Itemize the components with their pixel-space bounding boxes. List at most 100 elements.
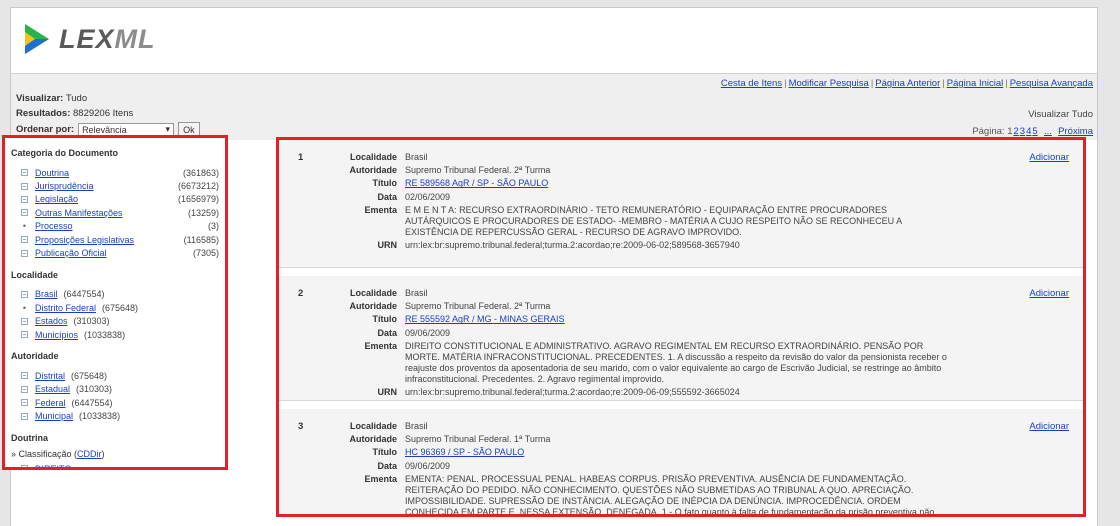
page-link-2[interactable]: 2 [1013,126,1018,137]
facet-link[interactable]: Processo [35,221,73,231]
ementa-line: MORTE. MATÉRIA INFRACONSTITUCIONAL. PREC… [405,351,947,362]
facet-link[interactable]: Distrito Federal [35,303,96,313]
bullet-icon[interactable]: • [21,303,28,313]
facet-item-categoria: Jurisprudência (6673212) [11,179,219,192]
next-page-link[interactable]: Próxima [1058,126,1093,137]
field-label: Data [377,327,397,338]
facet-link[interactable]: Jurisprudência [35,181,94,191]
facet-item-categoria: Legislação (1656979) [11,193,219,206]
result-title-link[interactable]: RE 589568 AgR / SP - SÃO PAULO [405,178,989,189]
add-to-basket-link[interactable]: Adicionar [1029,421,1069,432]
facet-count: (13259) [187,207,219,218]
ordenar-label: Ordenar por: [16,124,75,135]
pagination-label: Página: [972,126,1005,137]
toolbar: Cesta de Itens | Modificar Pesquisa | Página… [11,74,1097,140]
facet-item-autoridade: Federal (6447554) [11,396,219,409]
expand-icon[interactable] [21,182,28,190]
facet-count: (675648) [71,370,108,381]
facet-link[interactable]: Distrital [35,371,65,381]
add-to-basket-link[interactable]: Adicionar [1029,152,1069,163]
facet-title-doutrina: Doutrina [11,432,48,443]
page-link-5[interactable]: 5 [1032,126,1037,137]
field-localidade: Localidade Brasil [309,288,989,299]
field-titulo: Título HC 96369 / SP - SÃO PAULO [309,447,989,458]
field-urn: URN urn:lex:br:supremo.tribunal.federal;t… [309,387,989,398]
facet-link[interactable]: Municípios [35,330,78,340]
add-to-basket-link[interactable]: Adicionar [1029,288,1069,299]
result-title-link[interactable]: HC 96369 / SP - SÃO PAULO [405,447,989,458]
field-value: 02/06/2009 [405,191,451,202]
facet-item-categoria: Outras Manifestações (13259) [11,206,219,219]
facet-title-localidade: Localidade [11,269,59,280]
link-pagina-inicial[interactable]: Página Inicial [947,78,1004,89]
facet-link[interactable]: DIREITO [35,464,71,467]
field-label: Localidade [349,421,397,431]
chevron-down-icon: ▾ [165,124,171,134]
result-fields: Localidade Brasil Autoridade Supremo Tribun… [309,288,989,400]
ementa-line: EMENTA: PENAL. PROCESSUAL PENAL. HABEAS … [405,473,907,484]
field-label: Título [372,178,398,189]
field-label: Autoridade [349,301,397,312]
expand-icon[interactable] [21,331,28,339]
facet-link[interactable]: Legislação [35,194,78,204]
facet-link[interactable]: Federal [35,398,66,408]
order-select-value: Relevância [82,124,127,135]
result-title-link[interactable]: RE 555592 AgR / MG - MINAS GERAIS [405,314,989,325]
field-data: Data 02/06/2009 [309,192,989,203]
expand-icon[interactable] [21,412,28,420]
facet-link[interactable]: Estadual [35,384,70,394]
facet-link[interactable]: Brasil [35,289,58,299]
field-value: Supremo Tribunal Federal. 2ª Turma [405,301,551,312]
result-item: 2 Adicionar Localidade Brasil Autoridade Supr… [279,268,1083,401]
expand-icon[interactable] [21,372,28,380]
link-cesta-de-itens[interactable]: Cesta de Itens [721,78,782,89]
pagination: Página: 12345 ... Próxima [972,126,1093,137]
link-pagina-anterior[interactable]: Página Anterior [875,78,940,89]
expand-icon[interactable] [21,249,28,257]
link-pesquisa-avancada[interactable]: Pesquisa Avançada [1010,78,1093,89]
facet-link[interactable]: Outras Manifestações [35,208,123,218]
lexml-logo[interactable]: LEXML [23,22,156,56]
field-label: URN [377,239,398,250]
facet-sidebar: Categoria do Documento Doutrina (361863) J… [2,135,228,470]
expand-icon[interactable] [21,465,28,467]
page-link-4[interactable]: 4 [1026,126,1031,137]
result-item: 1 Adicionar Localidade Brasil Autoridade Supr… [279,140,1083,268]
link-modificar-pesquisa[interactable]: Modificar Pesquisa [789,78,869,89]
field-label: Título [372,447,398,458]
facet-link[interactable]: Doutrina [35,168,69,178]
expand-icon[interactable] [21,317,28,325]
expand-icon[interactable] [21,209,28,217]
facet-title-categoria: Categoria do Documento [11,148,119,158]
cddir-link[interactable]: CDDir [77,449,102,459]
field-ementa: Ementa EMENTA: PENAL. PROCESSUAL PENAL. H… [309,473,989,514]
bullet-icon[interactable]: • [21,221,28,231]
lexml-logo-icon [25,24,49,54]
expand-icon[interactable] [21,195,28,203]
page-ellipsis-link[interactable]: ... [1044,126,1052,137]
expand-icon[interactable] [21,169,28,177]
facet-list-localidade: Brasil (6447554) • Distrito Federal (675648)… [11,288,219,342]
ementa-line: DIREITO CONSTITUCIONAL E ADMINISTRATIVO.… [405,340,924,351]
facet-link[interactable]: Estados [35,316,68,326]
facet-list-autoridade: Distrital (675648) Estadual (310303) Federal… [11,369,219,423]
ementa-line: EXISTÊNCIA DE REPERCUSSÃO GERAL - RECURS… [405,226,742,237]
ementa-text: DIREITO CONSTITUCIONAL E ADMINISTRATIVO.… [405,341,989,385]
facet-link[interactable]: Publicação Oficial [35,248,107,258]
lexml-logo-text: LEXML [59,24,156,55]
expand-icon[interactable] [21,385,28,393]
facet-title-autoridade: Autoridade [11,351,59,362]
facet-count: (6673212) [177,181,219,192]
field-autoridade: Autoridade Supremo Tribunal Federal. 2ª T… [309,165,989,176]
field-localidade: Localidade Brasil [309,152,989,163]
field-label: Ementa [364,473,397,484]
ementa-text: E M E N T A: RECURSO EXTRAORDINÁRIO - TE… [405,205,989,238]
field-label: Localidade [349,288,397,298]
expand-icon[interactable] [21,290,28,298]
field-label: Data [377,460,397,471]
page-link-3[interactable]: 3 [1020,126,1025,137]
expand-icon[interactable] [21,399,28,407]
facet-link[interactable]: Proposições Legislativas [35,235,134,245]
expand-icon[interactable] [21,236,28,244]
facet-link[interactable]: Municipal [35,411,73,421]
